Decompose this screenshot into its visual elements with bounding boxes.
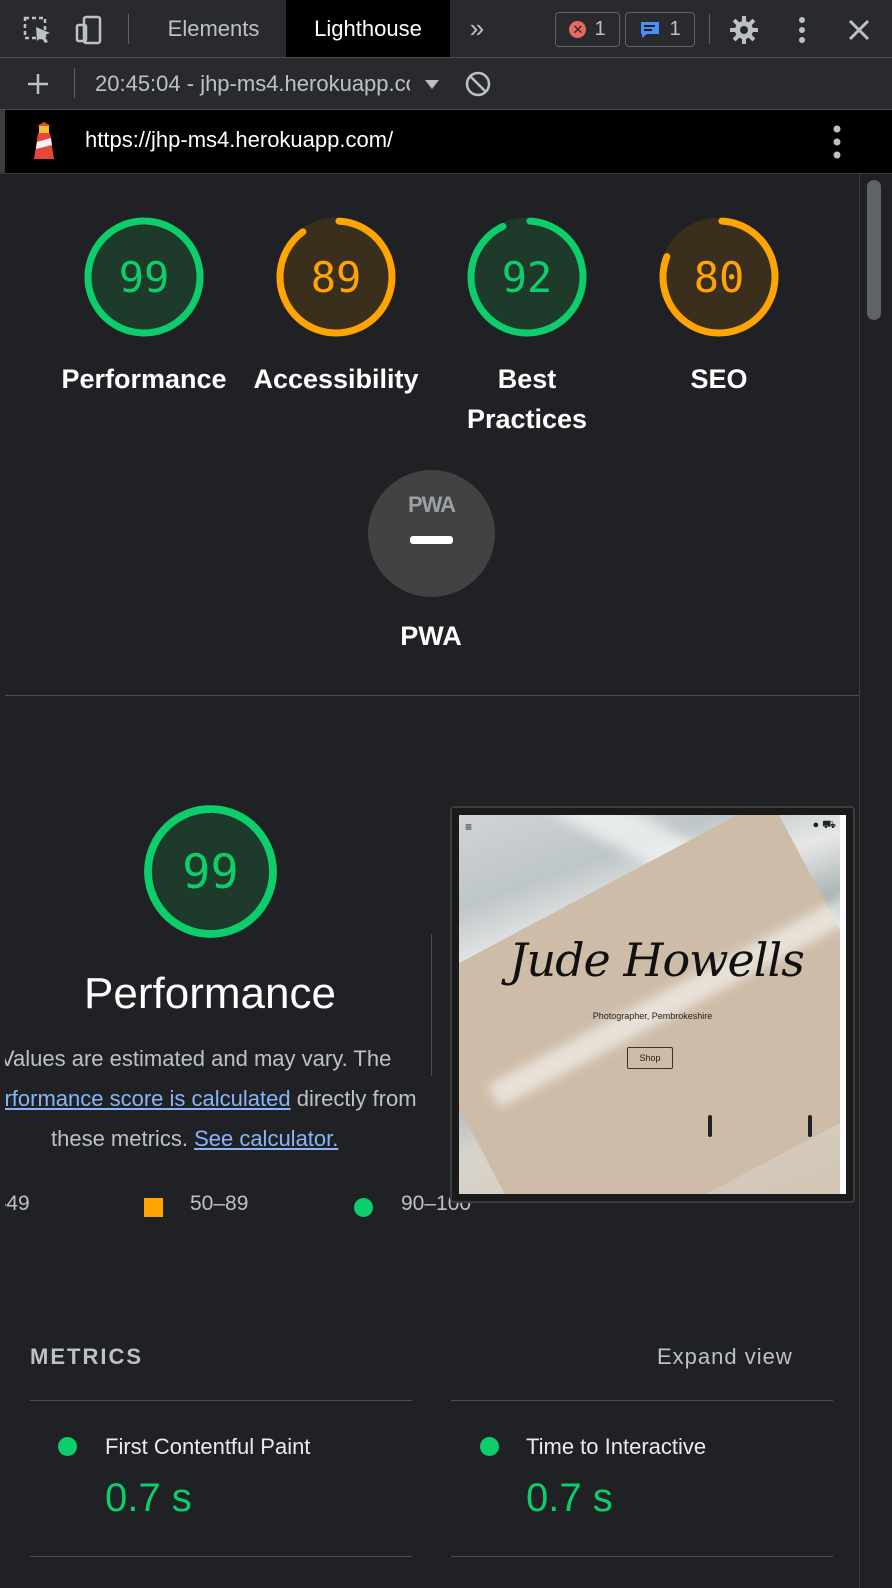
pwa-badge-text: PWA (407, 492, 456, 517)
performance-large-gauge: 99 (144, 805, 277, 938)
report-menu-icon[interactable] (825, 124, 849, 160)
error-icon: ✕ (569, 21, 587, 38)
screenshot-scrollbar (840, 815, 846, 1194)
legend-average: 50–89 (190, 1192, 249, 1215)
desc-line-2: directly from (296, 1086, 417, 1111)
screenshot-image: ≡ ● ⛟ Jude Howells Photographer, Pembrok… (459, 815, 846, 1194)
metric-divider (451, 1556, 833, 1557)
report-url-bar: https://jhp-ms4.herokuapp.com/ (0, 110, 892, 174)
metric-divider (30, 1556, 412, 1557)
surfer-figure (708, 1115, 712, 1137)
section-divider (5, 695, 859, 696)
metric-pass-icon (480, 1437, 499, 1456)
expand-view-button[interactable]: Expand view (657, 1344, 793, 1370)
best-practices-gauge[interactable]: 92 (462, 212, 592, 342)
message-count: 1 (669, 18, 681, 40)
chevron-double-right-icon[interactable]: » (458, 0, 496, 57)
metric-name: First Contentful Paint (105, 1434, 311, 1459)
site-subtitle: Photographer, Pembrokeshire (592, 1011, 713, 1021)
best-practices-label: Best Practices (466, 364, 588, 434)
desc-line-1: Values are estimated and may vary. The (5, 1046, 392, 1071)
seo-gauge[interactable]: 80 (654, 212, 784, 342)
performance-gauge[interactable]: 99 (79, 212, 209, 342)
metrics-header: METRICS (30, 1344, 143, 1369)
pwa-dash-icon (410, 536, 453, 544)
more-options-icon[interactable] (786, 14, 818, 46)
seo-label: SEO (690, 364, 748, 394)
desc-line-3: these metrics. (51, 1126, 188, 1151)
vertical-divider (431, 934, 432, 1076)
gauge-score: 99 (119, 253, 170, 302)
legend-average-icon (144, 1198, 163, 1217)
lighthouse-toolbar: 20:45:04 - jhp-ms4.herokuapp.com (0, 58, 892, 110)
toolbar-separator (709, 14, 710, 44)
site-logo: Jude Howells (509, 933, 805, 987)
error-count: 1 (594, 18, 606, 40)
new-report-icon[interactable] (22, 68, 54, 100)
lighthouse-logo-icon (34, 122, 54, 159)
legend-fail: 0–49 (5, 1192, 30, 1215)
see-calculator-link[interactable]: See calculator. (194, 1126, 338, 1151)
dropdown-arrow-icon[interactable] (416, 68, 448, 100)
score-calculated-link[interactable]: performance score is calculated (5, 1086, 291, 1111)
gauge-score: 89 (311, 253, 362, 302)
metric-value: 0.7 s (526, 1476, 613, 1520)
close-icon[interactable] (843, 14, 875, 46)
surfer-figure (808, 1115, 812, 1137)
tab-lighthouse[interactable]: Lighthouse (286, 0, 450, 57)
metric-name: Time to Interactive (526, 1434, 707, 1459)
gear-icon[interactable] (728, 14, 760, 46)
gauge-score: 80 (694, 253, 745, 302)
legend-pass-icon (354, 1198, 373, 1217)
pwa-badge[interactable]: PWA (368, 470, 495, 597)
performance-title: Performance (84, 969, 336, 1018)
report-url[interactable]: https://jhp-ms4.herokuapp.com/ (85, 127, 393, 153)
accessibility-gauge[interactable]: 89 (271, 212, 401, 342)
tab-elements[interactable]: Elements (142, 0, 285, 57)
site-shop-button: Shop (627, 1047, 673, 1069)
inspect-element-icon[interactable] (22, 14, 54, 46)
clear-all-icon[interactable] (462, 68, 494, 100)
metric-divider (30, 1400, 412, 1401)
metric-divider (451, 1400, 833, 1401)
account-cart-icons: ● ⛟ (812, 819, 836, 831)
scrollbar-thumb[interactable] (867, 180, 881, 320)
lighthouse-report: 99 89 92 80 Performance Accessibility Be… (5, 174, 860, 1588)
report-select[interactable]: 20:45:04 - jhp-ms4.herokuapp.com (95, 68, 410, 100)
metric-pass-icon (58, 1437, 77, 1456)
message-count-button[interactable]: 1 (625, 12, 695, 47)
gauge-score: 99 (182, 846, 238, 900)
error-count-button[interactable]: ✕ 1 (555, 12, 620, 47)
hamburger-icon: ≡ (465, 820, 473, 834)
metric-value: 0.7 s (105, 1476, 192, 1520)
performance-label: Performance (61, 364, 227, 394)
devtools-toolbar: Elements Lighthouse » ✕ 1 1 (0, 0, 892, 58)
gauge-score: 92 (502, 253, 553, 302)
pwa-label: PWA (400, 621, 462, 651)
toolbar-separator (74, 68, 75, 98)
message-icon (641, 21, 660, 38)
accessibility-label: Accessibility (253, 364, 419, 394)
device-toolbar-icon[interactable] (74, 14, 106, 46)
report-scrollbar[interactable] (860, 174, 892, 1588)
toolbar-separator (128, 14, 129, 44)
final-screenshot: ≡ ● ⛟ Jude Howells Photographer, Pembrok… (450, 806, 855, 1203)
